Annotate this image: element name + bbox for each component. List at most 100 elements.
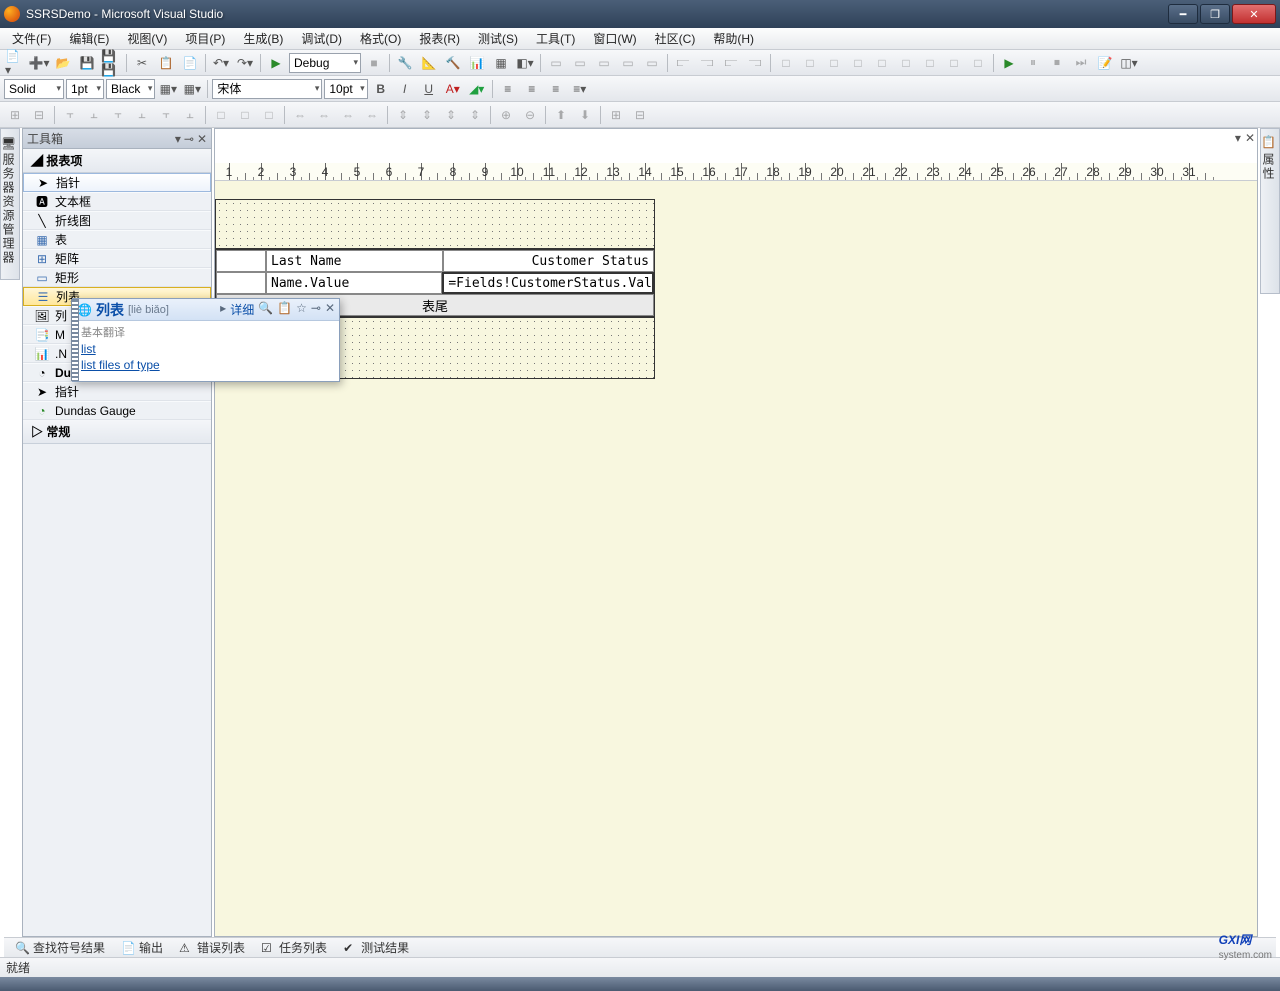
toolbox-item-matrix[interactable]: ⊞矩阵 xyxy=(23,249,211,268)
tb-btn-e[interactable]: ▦ xyxy=(490,52,512,74)
size-btn-9[interactable]: □ xyxy=(967,52,989,74)
font-name-combo[interactable]: 宋体 xyxy=(212,79,322,99)
size-btn-8[interactable]: □ xyxy=(943,52,965,74)
design-canvas[interactable]: Last Name Customer Status Name.Value =Fi… xyxy=(215,181,1257,936)
font-size-combo[interactable]: 10pt xyxy=(324,79,367,99)
table-data-customerstatus-selected[interactable]: =Fields!CustomerStatus.Value xyxy=(442,272,654,294)
menu-format[interactable]: 格式(O) xyxy=(352,27,409,50)
align-btn-3[interactable]: ⫍ xyxy=(720,52,742,74)
ly-15[interactable]: ⇔ xyxy=(361,104,383,126)
menu-report[interactable]: 报表(R) xyxy=(411,27,468,50)
align-right-button[interactable]: ≡ xyxy=(545,78,567,100)
ly-12[interactable]: ⇔ xyxy=(289,104,311,126)
menu-help[interactable]: 帮助(H) xyxy=(705,27,762,50)
ly-2[interactable]: ⊟ xyxy=(28,104,50,126)
size-btn-3[interactable]: □ xyxy=(823,52,845,74)
popup-pin-icon[interactable]: ⊸ xyxy=(311,301,321,318)
italic-button[interactable]: I xyxy=(394,78,416,100)
copy-button[interactable]: 📋 xyxy=(155,52,177,74)
toolbox-item-line[interactable]: ╲折线图 xyxy=(23,211,211,230)
menu-window[interactable]: 窗口(W) xyxy=(585,27,644,50)
ly-20[interactable]: ⊕ xyxy=(495,104,517,126)
tab-find-symbol[interactable]: 🔍查找符号结果 xyxy=(8,936,112,959)
report-header-band[interactable] xyxy=(215,199,655,249)
toolbox-close-icon[interactable]: ✕ xyxy=(197,132,207,146)
pause-button[interactable]: ⏸ xyxy=(1022,52,1044,74)
ly-22[interactable]: ⬆ xyxy=(550,104,572,126)
ly-4[interactable]: ⫠ xyxy=(83,104,105,126)
ly-17[interactable]: ⇕ xyxy=(416,104,438,126)
table-header-0[interactable] xyxy=(216,250,266,272)
ly-23[interactable]: ⬇ xyxy=(574,104,596,126)
menu-project[interactable]: 项目(P) xyxy=(177,27,233,50)
save-button[interactable]: 💾 xyxy=(76,52,98,74)
tab-test-results[interactable]: ✔测试结果 xyxy=(336,936,416,959)
size-btn-6[interactable]: □ xyxy=(895,52,917,74)
tb-btn-d[interactable]: 📊 xyxy=(466,52,488,74)
table-data-name[interactable]: Name.Value xyxy=(266,272,442,294)
designer-close-icon[interactable]: ✕ xyxy=(1245,131,1255,145)
close-button[interactable]: ✕ xyxy=(1232,4,1276,24)
layout-btn-1[interactable]: ▭ xyxy=(545,52,567,74)
ly-7[interactable]: ⫟ xyxy=(155,104,177,126)
properties-button[interactable]: 📝 xyxy=(1094,52,1116,74)
align-btn-1[interactable]: ⫍ xyxy=(672,52,694,74)
layout-btn-3[interactable]: ▭ xyxy=(593,52,615,74)
minimize-button[interactable]: ━ xyxy=(1168,4,1198,24)
menu-view[interactable]: 视图(V) xyxy=(119,27,175,50)
cut-button[interactable]: ✂ xyxy=(131,52,153,74)
layout-btn-2[interactable]: ▭ xyxy=(569,52,591,74)
layout-btn-5[interactable]: ▭ xyxy=(641,52,663,74)
size-btn-7[interactable]: □ xyxy=(919,52,941,74)
undo-button[interactable]: ↶▾ xyxy=(210,52,232,74)
open-button[interactable]: 📂 xyxy=(52,52,74,74)
toolbox-section-report-items[interactable]: ◢ 报表项 xyxy=(23,149,211,173)
extra-button[interactable]: ◫▾ xyxy=(1118,52,1140,74)
align-left-button[interactable]: ≡ xyxy=(497,78,519,100)
new-project-button[interactable]: 📄▾ xyxy=(4,52,26,74)
ly-10[interactable]: □ xyxy=(234,104,256,126)
popup-def-2[interactable]: list files of type xyxy=(81,357,331,373)
menu-file[interactable]: 文件(F) xyxy=(4,27,59,50)
tab-task-list[interactable]: ☑任务列表 xyxy=(254,936,334,959)
run-button[interactable]: ▶ xyxy=(998,52,1020,74)
designer-dropdown-icon[interactable]: ▾ xyxy=(1235,131,1241,145)
start-debug-button[interactable]: ▶ xyxy=(265,52,287,74)
ly-19[interactable]: ⇕ xyxy=(464,104,486,126)
maximize-button[interactable]: ❐ xyxy=(1200,4,1230,24)
border-apply-button[interactable]: ▦▾ xyxy=(181,78,203,100)
underline-button[interactable]: U xyxy=(418,78,440,100)
table-header-lastname[interactable]: Last Name xyxy=(266,250,443,272)
menu-community[interactable]: 社区(C) xyxy=(647,27,704,50)
stop2-button[interactable]: ⏹ xyxy=(1046,52,1068,74)
table-header-customerstatus[interactable]: Customer Status xyxy=(443,250,654,272)
tb-btn-a[interactable]: 🔧 xyxy=(394,52,416,74)
toolbox-item-table[interactable]: ▦表 xyxy=(23,230,211,249)
step-button[interactable]: ⏭ xyxy=(1070,52,1092,74)
popup-def-1[interactable]: list xyxy=(81,341,331,357)
align-btn-4[interactable]: ⫎ xyxy=(744,52,766,74)
menu-build[interactable]: 生成(B) xyxy=(235,27,291,50)
tab-output[interactable]: 📄输出 xyxy=(114,936,170,959)
menu-edit[interactable]: 编辑(E) xyxy=(61,27,117,50)
layout-btn-4[interactable]: ▭ xyxy=(617,52,639,74)
popup-expand-icon[interactable]: ▸ xyxy=(220,301,226,318)
tab-error-list[interactable]: ⚠错误列表 xyxy=(172,936,252,959)
stop-button[interactable]: ■ xyxy=(363,52,385,74)
border-dropdown-button[interactable]: ▦▾ xyxy=(157,78,179,100)
popup-copy-icon[interactable]: 📋 xyxy=(277,301,292,318)
popup-grab-handle[interactable] xyxy=(71,299,79,381)
table-data-0[interactable] xyxy=(216,272,266,294)
save-all-button[interactable]: 💾💾 xyxy=(100,52,122,74)
bold-button[interactable]: B xyxy=(370,78,392,100)
ly-13[interactable]: ⇔ xyxy=(313,104,335,126)
size-btn-1[interactable]: □ xyxy=(775,52,797,74)
popup-star-icon[interactable]: ☆ xyxy=(296,301,307,318)
toolbox-item-pointer[interactable]: ➤指针 xyxy=(23,173,211,192)
menu-tools[interactable]: 工具(T) xyxy=(528,27,583,50)
ly-16[interactable]: ⇕ xyxy=(392,104,414,126)
align-center-button[interactable]: ≡ xyxy=(521,78,543,100)
fill-color-button[interactable]: ◢▾ xyxy=(466,78,488,100)
toolbox-pin-icon[interactable]: ⊸ xyxy=(184,132,194,146)
ly-18[interactable]: ⇕ xyxy=(440,104,462,126)
